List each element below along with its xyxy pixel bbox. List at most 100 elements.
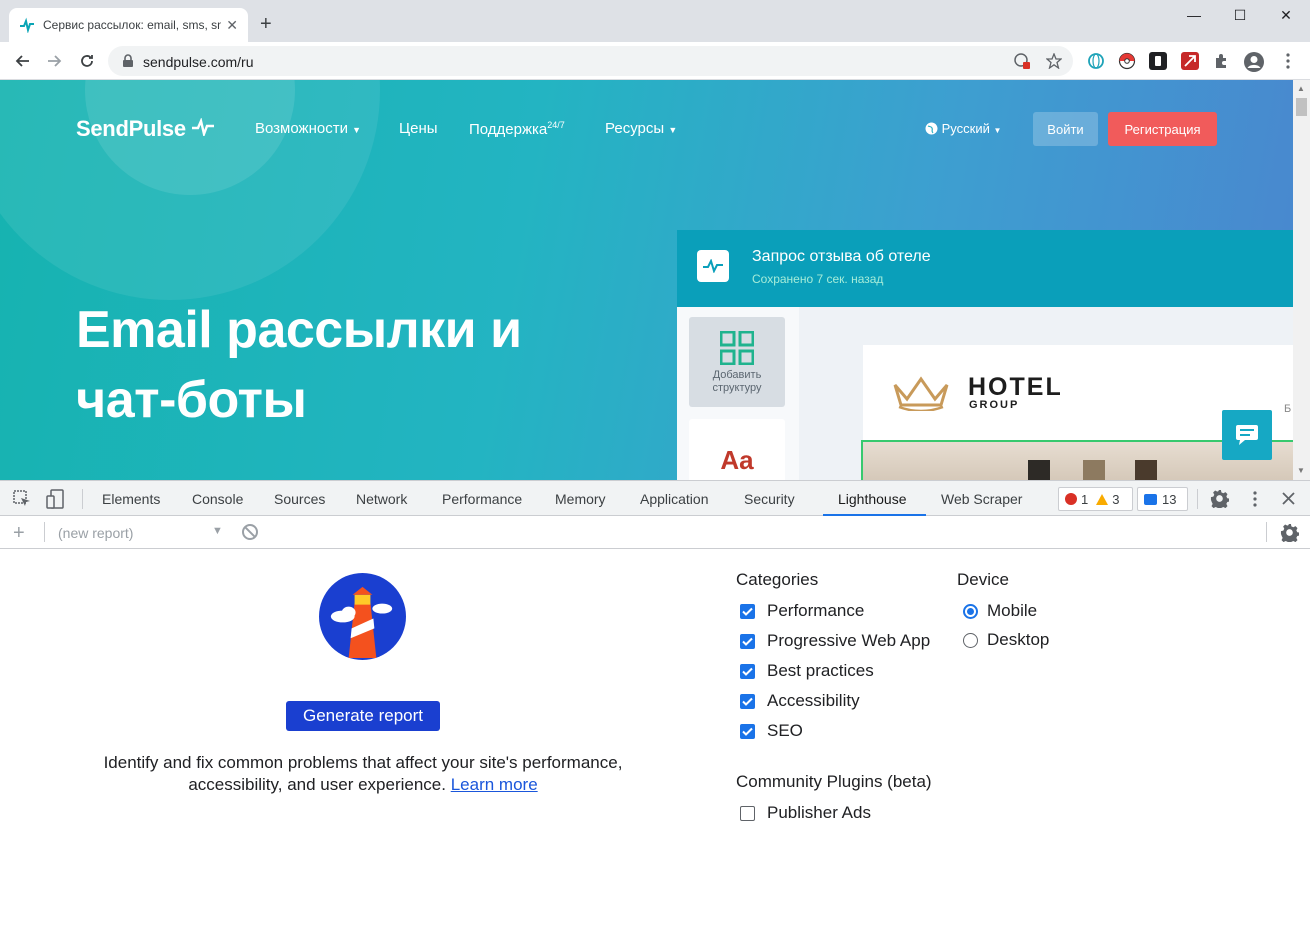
scroll-down-icon[interactable]: ▼ — [1297, 466, 1305, 475]
mockup-subtitle: Сохранено 7 сек. назад — [752, 272, 884, 286]
tab-application[interactable]: Application — [640, 491, 709, 507]
radio-selected-icon[interactable] — [963, 603, 978, 619]
nav-prices-label: Цены — [399, 120, 438, 137]
browser-menu-icon[interactable] — [1279, 52, 1297, 70]
tab-sources[interactable]: Sources — [274, 491, 325, 507]
radio-unselected-icon[interactable] — [963, 632, 978, 648]
warning-count: 3 — [1112, 491, 1120, 507]
device-toggle-icon[interactable] — [46, 489, 64, 509]
hero-line-2: чат-боты — [76, 371, 307, 429]
nav-item-prices[interactable]: Цены — [399, 120, 438, 137]
scroll-up-icon[interactable]: ▲ — [1297, 84, 1305, 93]
checkbox-unchecked-icon[interactable] — [740, 805, 755, 821]
device-mobile[interactable]: Mobile — [963, 601, 1037, 621]
category-performance[interactable]: Performance — [740, 601, 864, 621]
device-desktop[interactable]: Desktop — [963, 630, 1049, 650]
description-text: Identify and fix common problems that af… — [103, 753, 623, 794]
reload-button[interactable] — [76, 50, 98, 72]
hotel-logo-sub: GROUP — [969, 399, 1020, 411]
profile-avatar-icon[interactable] — [1244, 52, 1264, 72]
tab-lighthouse[interactable]: Lighthouse — [838, 491, 907, 507]
checkbox-checked-icon[interactable] — [740, 633, 755, 649]
translate-blocked-icon[interactable] — [1014, 53, 1030, 69]
category-best-practices[interactable]: Best practices — [740, 661, 874, 681]
frame-2 — [1083, 460, 1105, 480]
arrow-left-icon — [15, 55, 29, 67]
nav-item-support[interactable]: Поддержка24/7 — [469, 120, 565, 138]
hero-line-1: Email рассылки и — [76, 301, 522, 359]
settings-gear-icon[interactable] — [1210, 489, 1229, 508]
report-dropdown-icon[interactable]: ▼ — [212, 525, 223, 537]
lighthouse-toolbar: + (new report) ▼ — [0, 516, 1310, 549]
warning-icon — [1096, 493, 1109, 505]
tab-network[interactable]: Network — [356, 491, 407, 507]
close-window-button[interactable]: ✕ — [1263, 0, 1309, 30]
message-count: 13 — [1162, 491, 1177, 507]
checkbox-checked-icon[interactable] — [740, 693, 755, 709]
pulse-logo-icon — [191, 117, 214, 139]
language-selector[interactable]: Русский ▼ — [925, 121, 1001, 136]
forward-button[interactable] — [44, 50, 66, 72]
maximize-button[interactable]: ☐ — [1217, 0, 1263, 30]
clear-reports-icon[interactable] — [242, 524, 258, 540]
category-accessibility[interactable]: Accessibility — [740, 691, 860, 711]
back-button[interactable] — [11, 50, 33, 72]
close-devtools-icon[interactable] — [1281, 491, 1296, 506]
learn-more-link[interactable]: Learn more — [451, 775, 538, 794]
nav-item-resources[interactable]: Ресурсы ▼ — [605, 120, 677, 137]
tab-security[interactable]: Security — [744, 491, 795, 507]
chat-widget-button[interactable] — [1222, 410, 1272, 460]
lighthouse-settings-gear-icon[interactable] — [1280, 523, 1299, 542]
more-options-icon[interactable] — [1247, 490, 1263, 508]
checkbox-checked-icon[interactable] — [740, 603, 755, 619]
inspect-element-icon[interactable] — [13, 490, 31, 508]
hotel-logo-text: HOTEL — [968, 373, 1063, 401]
messages-counter[interactable]: 13 — [1137, 487, 1188, 511]
page-viewport: SendPulse Возможности ▼ Цены Поддержка24… — [0, 80, 1293, 480]
extension-b-icon[interactable] — [1149, 52, 1167, 70]
caret-down-icon: ▼ — [668, 125, 678, 135]
category-pwa[interactable]: Progressive Web App — [740, 631, 930, 651]
nav-support-label: Поддержка — [469, 121, 548, 138]
tab-close-icon[interactable]: ✕ — [226, 17, 238, 33]
bookmark-star-icon[interactable] — [1046, 53, 1062, 69]
categories-title: Categories — [736, 570, 819, 589]
page-scrollbar[interactable]: ▲ ▼ — [1293, 80, 1310, 480]
tab-console[interactable]: Console — [192, 491, 243, 507]
nav-item-features[interactable]: Возможности ▼ — [255, 120, 361, 137]
caret-down-icon: ▼ — [993, 126, 1002, 135]
browser-tab[interactable]: Сервис рассылок: email, sms, sms ✕ — [9, 8, 248, 42]
new-tab-button[interactable]: + — [260, 14, 272, 34]
issues-counter[interactable]: 1 3 — [1058, 487, 1133, 511]
sendpulse-logo[interactable]: SendPulse — [76, 116, 214, 142]
new-report-button[interactable]: + — [13, 522, 25, 545]
login-button[interactable]: Войти — [1033, 112, 1098, 146]
crown-logo-icon — [893, 376, 949, 411]
category-label: Progressive Web App — [767, 631, 931, 650]
browser-toolbar: sendpulse.com/ru — [0, 42, 1310, 80]
register-button[interactable]: Регистрация — [1108, 112, 1217, 146]
report-selector[interactable]: (new report) — [58, 525, 133, 541]
extension-globe-icon[interactable] — [1087, 52, 1105, 70]
checkbox-checked-icon[interactable] — [740, 723, 755, 739]
tab-web-scraper[interactable]: Web Scraper — [941, 491, 1022, 507]
plugin-publisher-ads[interactable]: Publisher Ads — [740, 803, 871, 823]
scrollbar-thumb[interactable] — [1296, 98, 1307, 116]
extensions-puzzle-icon[interactable] — [1213, 52, 1231, 70]
tab-elements[interactable]: Elements — [102, 491, 160, 507]
nav-resources-label: Ресурсы — [605, 120, 665, 137]
minimize-button[interactable]: — — [1171, 0, 1217, 30]
tab-performance[interactable]: Performance — [442, 491, 522, 507]
generate-report-button[interactable]: Generate report — [286, 701, 440, 731]
url-text[interactable]: sendpulse.com/ru — [143, 54, 254, 70]
caret-down-icon: ▼ — [352, 125, 362, 135]
tab-memory[interactable]: Memory — [555, 491, 606, 507]
address-bar[interactable]: sendpulse.com/ru — [108, 46, 1073, 76]
extension-pokeball-icon[interactable] — [1118, 52, 1136, 70]
device-label: Mobile — [987, 601, 1038, 620]
extension-pdf-icon[interactable] — [1181, 52, 1199, 70]
hero-heading: Email рассылки и чат-боты — [76, 295, 522, 435]
editor-mockup: Запрос отзыва об отеле Сохранено 7 сек. … — [677, 230, 1293, 480]
category-seo[interactable]: SEO — [740, 721, 803, 741]
checkbox-checked-icon[interactable] — [740, 663, 755, 679]
